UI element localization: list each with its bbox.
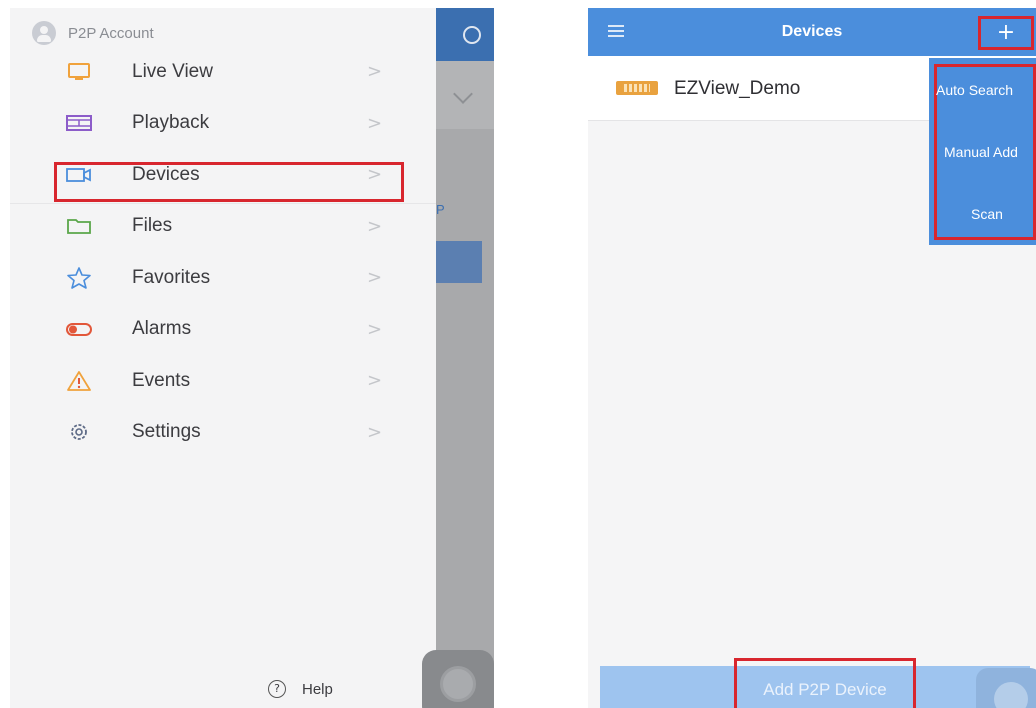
peek-text: P [436, 202, 445, 217]
menu-label: Settings [132, 421, 201, 443]
menu-item-live-view[interactable]: Live View > [10, 46, 436, 98]
left-phone-screen: P2P Account Live View > Playback > Devic… [10, 8, 494, 708]
star-icon [64, 266, 94, 290]
peek-header [436, 8, 494, 61]
help-label: Help [302, 680, 333, 698]
background-screen-peek: P [422, 8, 494, 708]
add-p2p-device-button[interactable]: Add P2P Device [734, 680, 916, 700]
chevron-right-icon: > [367, 215, 383, 237]
menu-item-favorites[interactable]: Favorites > [10, 252, 436, 304]
chevron-down-icon [453, 84, 473, 104]
avatar-icon [32, 21, 56, 45]
chevron-right-icon: > [367, 267, 383, 289]
scan-option[interactable]: Scan [934, 206, 1036, 222]
right-phone-screen: Devices + EZView_Demo Auto Search Manual… [588, 8, 1036, 708]
nvr-device-icon [616, 81, 658, 95]
menu-label: Playback [132, 112, 210, 134]
assistive-touch-button[interactable] [976, 668, 1036, 708]
toggle-icon [64, 317, 94, 341]
peek-button [436, 241, 482, 283]
add-device-plus-button[interactable]: + [978, 16, 1034, 50]
device-name: EZView_Demo [674, 78, 801, 99]
chevron-right-icon: > [367, 370, 383, 392]
folder-icon [64, 214, 94, 238]
divider [10, 203, 436, 204]
side-drawer: P2P Account Live View > Playback > Devic… [10, 8, 436, 708]
menu-label: Live View [132, 60, 213, 82]
auto-search-option[interactable]: Auto Search [934, 82, 1036, 98]
menu-item-files[interactable]: Files > [10, 201, 436, 253]
page-title: Devices [781, 23, 843, 40]
devices-highlight-box [54, 162, 404, 202]
manual-add-option[interactable]: Manual Add [934, 144, 1036, 160]
menu-item-playback[interactable]: Playback > [10, 98, 436, 150]
devices-header: Devices [588, 8, 1036, 56]
chevron-right-icon: > [367, 318, 383, 340]
menu-item-settings[interactable]: Settings > [10, 407, 436, 459]
menu-label: Favorites [132, 266, 211, 288]
help-button[interactable]: ? Help [268, 680, 333, 698]
chevron-right-icon: > [367, 112, 383, 134]
peek-row [436, 61, 494, 129]
menu-item-events[interactable]: Events > [10, 355, 436, 407]
assistive-touch-button[interactable] [422, 650, 494, 708]
gear-icon [64, 420, 94, 444]
drawer-menu: Live View > Playback > Devices > Files >… [10, 46, 436, 458]
film-icon [64, 111, 94, 135]
globe-icon [463, 26, 481, 44]
menu-label: Events [132, 369, 191, 391]
monitor-icon [64, 60, 94, 84]
chevron-right-icon: > [367, 61, 383, 83]
help-icon: ? [268, 680, 286, 698]
menu-label: Files [132, 215, 173, 237]
warning-icon [64, 369, 94, 393]
chevron-right-icon: > [367, 421, 383, 443]
p2p-account-row[interactable]: P2P Account [32, 20, 154, 46]
p2p-account-label: P2P Account [68, 24, 154, 42]
menu-label: Alarms [132, 318, 192, 340]
menu-item-alarms[interactable]: Alarms > [10, 304, 436, 356]
